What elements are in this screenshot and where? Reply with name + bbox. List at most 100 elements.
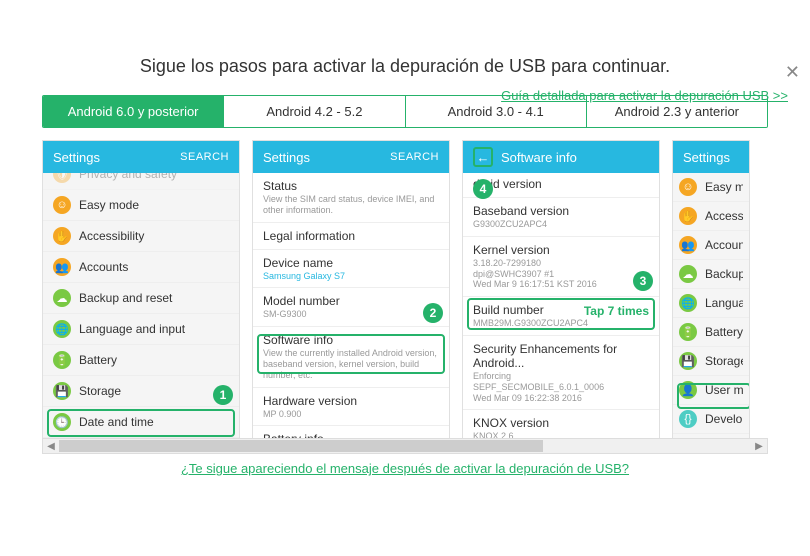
list-item[interactable]: 👥 Accoun: [673, 231, 749, 260]
step-badge-3: 3: [633, 271, 653, 291]
settings-panel-1: Settings SEARCH 🛡 Privacy and safety ☺Easy…: [42, 140, 240, 440]
item-label: Model number: [263, 294, 439, 308]
item-label: Battery: [705, 325, 743, 339]
item-icon: ✋: [53, 227, 71, 245]
item-sub: EnforcingSEPF_SECMOBILE_6.0.1_0006Wed Ma…: [473, 371, 649, 403]
horizontal-scrollbar[interactable]: ◀ ▶: [42, 438, 768, 454]
list-item[interactable]: {} Develop: [673, 405, 749, 434]
item-icon: 💾: [679, 352, 697, 370]
step-badge-2: 2: [423, 303, 443, 323]
item-label: Privacy and safety: [79, 173, 177, 181]
item-label: Kernel version: [473, 243, 649, 257]
step-badge-4: 4: [473, 179, 493, 199]
list-item[interactable]: Model numberSM-G9300: [253, 288, 449, 327]
item-icon: 👥: [679, 236, 697, 254]
item-label: Device name: [263, 256, 439, 270]
list-item[interactable]: ☁ Backup: [673, 260, 749, 289]
item-label: Accounts: [79, 260, 128, 274]
list-item[interactable]: 💾Storage: [43, 376, 239, 407]
panel2-header: Settings SEARCH: [253, 141, 449, 173]
tab-android-4[interactable]: Android 4.2 - 5.2: [224, 96, 405, 127]
item-label: Security Enhancements for Android...: [473, 342, 649, 370]
list-item[interactable]: ☺ Easy m: [673, 173, 749, 202]
list-item[interactable]: ✋ Accessibility: [43, 221, 239, 252]
list-item[interactable]: 🌐 Language and input: [43, 314, 239, 345]
panel4-title: Settings: [683, 150, 730, 165]
item-label: Date and time: [79, 415, 154, 429]
list-item[interactable]: 🔋 Battery: [673, 318, 749, 347]
footer-help-link[interactable]: ¿Te sigue apareciendo el mensaje después…: [181, 461, 629, 476]
list-item[interactable]: StatusView the SIM card status, device I…: [253, 173, 449, 223]
step-badge-1: 1: [213, 385, 233, 405]
screenshot-scroll-area: Settings SEARCH 🛡Privacy and safety☺Easy…: [0, 140, 810, 458]
item-icon: 🔋: [679, 323, 697, 341]
list-item[interactable]: 🌐 Langua: [673, 289, 749, 318]
scroll-track[interactable]: [59, 439, 751, 453]
item-sub: MMB29M.G9300ZCU2APC4: [473, 318, 649, 329]
settings-panel-4: Settings ☺ Easy m ✋Access 👥 Accoun ☁ Backup 🌐 La…: [672, 140, 750, 440]
scroll-left-icon[interactable]: ◀: [43, 439, 59, 453]
tap-7-times-label: Tap 7 times: [584, 304, 649, 318]
item-icon: ☺: [679, 178, 697, 196]
item-label: Accoun: [705, 238, 743, 252]
close-icon[interactable]: ✕: [785, 62, 800, 83]
item-label: Baseband version: [473, 204, 649, 218]
panel3-title: Software info: [501, 150, 577, 165]
list-item[interactable]: KNOX versionKNOX 2.6Standard SDK 5.6.0Pr…: [463, 410, 659, 439]
panel1-header: Settings SEARCH: [43, 141, 239, 173]
item-icon: ☁: [53, 289, 71, 307]
panel3-header: ← Software info: [463, 141, 659, 173]
list-item[interactable]: Device nameSamsung Galaxy S7: [253, 250, 449, 289]
item-sub: View the SIM card status, device IMEI, a…: [263, 194, 439, 216]
item-icon: 🌐: [53, 320, 71, 338]
item-label: Develop: [705, 412, 743, 426]
item-icon: 🛡: [53, 173, 71, 183]
item-icon: ☺: [53, 196, 71, 214]
list-item[interactable]: 🛡 Privacy and safety: [43, 173, 239, 190]
list-item[interactable]: ☺Easy mode: [43, 190, 239, 221]
item-sub: View the currently installed Android ver…: [263, 348, 439, 380]
list-item[interactable]: 💾Storage: [673, 347, 749, 376]
back-icon[interactable]: ←: [473, 147, 493, 167]
item-label: KNOX version: [473, 416, 649, 430]
item-sub: 3.18.20-7299180dpi@SWHC3907 #1Wed Mar 9 …: [473, 258, 649, 290]
item-sub: SM-G9300: [263, 309, 439, 320]
item-label: Software info: [263, 333, 439, 347]
list-item[interactable]: Kernel version3.18.20-7299180dpi@SWHC390…: [463, 237, 659, 297]
guide-link[interactable]: Guía detallada para activar la depuració…: [501, 88, 788, 103]
list-item[interactable]: Software infoView the currently installe…: [253, 327, 449, 387]
list-item[interactable]: ✋Access: [673, 202, 749, 231]
list-item[interactable]: 🕒Date and time: [43, 407, 239, 438]
item-label: Storage: [79, 384, 121, 398]
item-icon: 🌐: [679, 294, 697, 312]
item-label: Backup: [705, 267, 743, 281]
list-item[interactable]: Security Enhancements for Android...Enfo…: [463, 336, 659, 410]
item-label: User m: [705, 383, 743, 397]
scroll-thumb[interactable]: [59, 440, 543, 452]
item-label: Language and input: [79, 322, 185, 336]
item-label: Accessibility: [79, 229, 144, 243]
settings-panel-2: Settings SEARCH StatusView the SIM card …: [252, 140, 450, 440]
list-item[interactable]: Baseband versionG9300ZCU2APC4: [463, 198, 659, 237]
item-label: Easy m: [705, 180, 743, 194]
item-label: Langua: [705, 296, 743, 310]
item-sub: G9300ZCU2APC4: [473, 219, 649, 230]
item-icon: 👥: [53, 258, 71, 276]
list-item[interactable]: ☁Backup and reset: [43, 283, 239, 314]
scroll-right-icon[interactable]: ▶: [751, 439, 767, 453]
panel1-search[interactable]: SEARCH: [180, 151, 229, 163]
item-icon: ☁: [679, 265, 697, 283]
list-item[interactable]: 🔋Battery: [43, 345, 239, 376]
list-item[interactable]: 👥 Accounts: [43, 252, 239, 283]
item-icon: {}: [679, 410, 697, 428]
item-sub: MP 0.900: [263, 409, 439, 420]
panel2-title: Settings: [263, 150, 310, 165]
list-item[interactable]: 👤User m: [673, 376, 749, 405]
list-item[interactable]: Legal information: [253, 223, 449, 250]
list-item[interactable]: Hardware versionMP 0.900: [253, 388, 449, 427]
tab-android-6[interactable]: Android 6.0 y posterior: [43, 96, 224, 127]
item-label: Access: [705, 209, 743, 223]
item-sub: Samsung Galaxy S7: [263, 271, 439, 282]
panel2-search[interactable]: SEARCH: [390, 151, 439, 163]
settings-panel-3: ← Software info droid versionBaseband ve…: [462, 140, 660, 440]
